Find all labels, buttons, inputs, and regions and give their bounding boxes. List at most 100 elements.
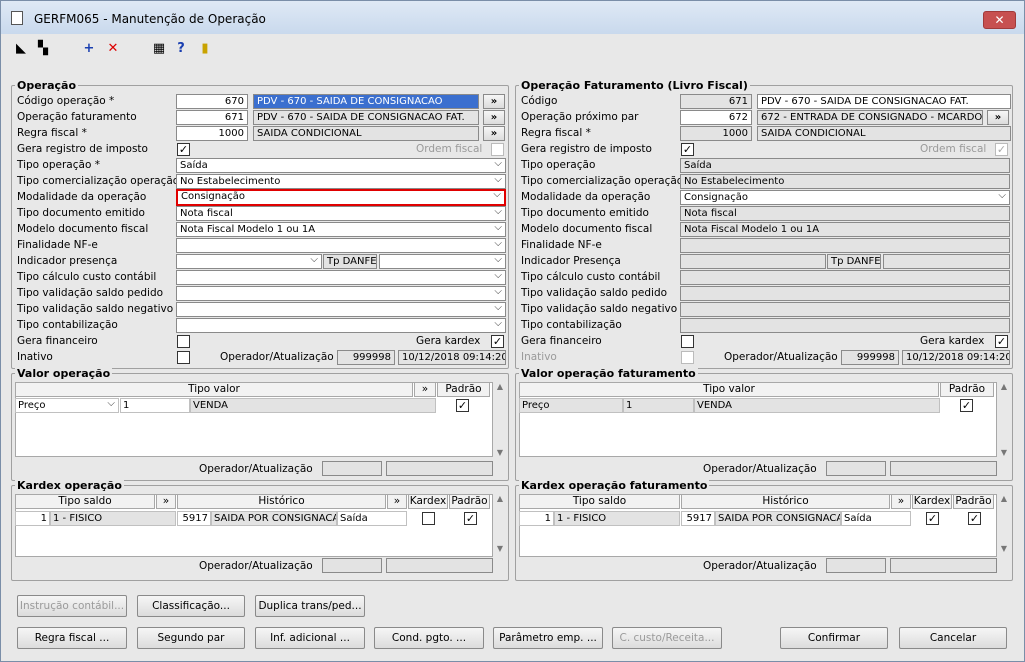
copy-icon[interactable]: ▚ [35,41,51,57]
kardex-scroll-down[interactable]: ▼ [495,544,505,553]
parametro-emp-button[interactable]: Parâmetro emp. ... [493,627,603,649]
gera-registro-checkbox[interactable]: ✓ [177,143,190,156]
kardex-scroll-up[interactable]: ▲ [495,494,505,503]
r-kardex-scroll-up[interactable]: ▲ [999,494,1009,503]
r-tipo-operacao-value: Saída [680,158,1010,173]
form-label: Modelo documento fiscal [17,223,149,235]
valor-scroll-up[interactable]: ▲ [495,382,505,391]
gera-financeiro-checkbox[interactable] [177,335,190,348]
inativo-checkbox[interactable] [177,351,190,364]
r-form-label: Tipo contabilização [521,319,622,331]
saldo-pedido-select[interactable] [176,286,506,301]
close-button[interactable]: ✕ [983,11,1016,29]
saldo-negativo-select[interactable] [176,302,506,317]
form-label: Tipo comercialização operação [17,175,180,187]
r-kardex-row-padrao-checkbox[interactable]: ✓ [968,512,981,525]
r-kardex-row-kardex-checkbox[interactable]: ✓ [926,512,939,525]
valor-codigo-cell[interactable]: 1 [120,398,190,413]
inf-adicional-button[interactable]: Inf. adicional ... [255,627,365,649]
modalidade-select[interactable]: Consignação [176,189,506,206]
exit-icon[interactable]: ▮ [197,41,213,57]
classificacao-button[interactable]: Classificação... [137,595,245,617]
custo-receita-button[interactable]: C. custo/Receita... [612,627,722,649]
help-icon[interactable]: ? [173,41,189,57]
regra-lookup-button[interactable]: » [483,126,505,141]
r-valor-padrao-checkbox[interactable]: ✓ [960,399,973,412]
r-historico-more-button[interactable]: » [891,494,911,509]
confirmar-button[interactable]: Confirmar [780,627,888,649]
tipo-valor-header: Tipo valor [15,382,413,397]
r-gera-registro-checkbox: ✓ [681,143,694,156]
delete-icon[interactable]: ✕ [105,41,121,57]
tipo-saldo-more-button[interactable]: » [156,494,176,509]
fat-lookup-button[interactable]: » [483,110,505,125]
operador-value: 999998 [337,350,395,365]
r-valor-scroll-up[interactable]: ▲ [999,382,1009,391]
r-valor-data-value [890,461,997,476]
r-codigo-desc: PDV - 670 - SAIDA DE CONSIGNACAO FAT. [757,94,1011,109]
regra-fiscal-button[interactable]: Regra fiscal ... [17,627,127,649]
tipo-valor-more-button[interactable]: » [414,382,436,397]
codigo-lookup-button[interactable]: » [483,94,505,109]
duplica-button[interactable]: Duplica trans/ped... [255,595,365,617]
form-label: Operação faturamento [17,111,137,123]
kardex-row-kardex-checkbox[interactable] [422,512,435,525]
arrow-icon[interactable]: ◣ [13,41,29,57]
fat-input[interactable]: 671 [176,110,248,125]
contabilizacao-select[interactable] [176,318,506,333]
kardex-padrao-header: Padrão [449,494,490,509]
r-kardex-operador-label: Operador/Atualização [703,560,817,572]
tp-danfe-select[interactable] [379,254,506,269]
modelo-doc-select[interactable]: Nota Fiscal Modelo 1 ou 1A [176,222,506,237]
tipo-doc-select[interactable]: Nota fiscal [176,206,506,221]
add-icon[interactable]: + [81,41,97,57]
form-label: Tipo documento emitido [17,207,145,219]
kardex-saldo-cell[interactable]: 1 - FISICO [50,511,176,526]
r-form-label: Regra fiscal * [521,127,591,139]
kardex-operador-label: Operador/Atualização [199,560,313,572]
r-par-desc: 672 - ENTRADA DE CONSIGNADO - MCARDOSO [757,110,983,125]
r-valor-operador-value [826,461,886,476]
tipo-com-select[interactable]: No Estabelecimento [176,174,506,189]
cancelar-button[interactable]: Cancelar [899,627,1007,649]
r-custo-value [680,270,1010,285]
r-gera-kardex-checkbox[interactable]: ✓ [995,335,1008,348]
valor-operacao-title: Valor operação [15,367,113,380]
segundo-par-button[interactable]: Segundo par [137,627,245,649]
finalidade-select[interactable] [176,238,506,253]
regra-input[interactable]: 1000 [176,126,248,141]
r-par-input[interactable]: 672 [680,110,752,125]
r-form-label: Indicador Presença [521,255,621,267]
r-valor-scroll-down[interactable]: ▼ [999,448,1009,457]
tipo-operacao-select[interactable]: Saída [176,158,506,173]
cond-pgto-button[interactable]: Cond. pgto. ... [374,627,484,649]
custo-select[interactable] [176,270,506,285]
form-label: Regra fiscal * [17,127,87,139]
indicador-select[interactable] [176,254,322,269]
valor-tipo-cell[interactable]: Preço [15,398,119,413]
r-gera-financeiro-checkbox[interactable] [681,335,694,348]
calendar-icon[interactable]: ▦ [151,41,167,57]
gera-kardex-checkbox[interactable]: ✓ [491,335,504,348]
instrucao-contabil-button[interactable]: Instrução contábil... [17,595,127,617]
form-label: Código operação * [17,95,115,107]
valor-padrao-checkbox[interactable]: ✓ [456,399,469,412]
r-kardex-scroll-down[interactable]: ▼ [999,544,1009,553]
r-par-lookup-button[interactable]: » [987,110,1009,125]
historico-more-button[interactable]: » [387,494,407,509]
kardex-hist-cod-cell[interactable]: 5917 [177,511,211,526]
r-inativo-checkbox [681,351,694,364]
r-form-label: Modalidade da operação [521,191,651,203]
valor-scroll-down[interactable]: ▼ [495,448,505,457]
regra-desc: SAIDA CONDICIONAL [253,126,479,141]
kardex-row-padrao-checkbox[interactable]: ✓ [464,512,477,525]
r-regra-value: 1000 [680,126,752,141]
r-modalidade-select[interactable]: Consignação [680,190,1010,205]
kardex-n-cell: 1 [15,511,50,526]
form-label: Tipo contabilização [17,319,118,331]
historico-header: Histórico [177,494,386,509]
kardex-operador-value [322,558,382,573]
app-icon [11,11,23,25]
codigo-input[interactable]: 670 [176,94,248,109]
ordem-fiscal-checkbox [491,143,504,156]
